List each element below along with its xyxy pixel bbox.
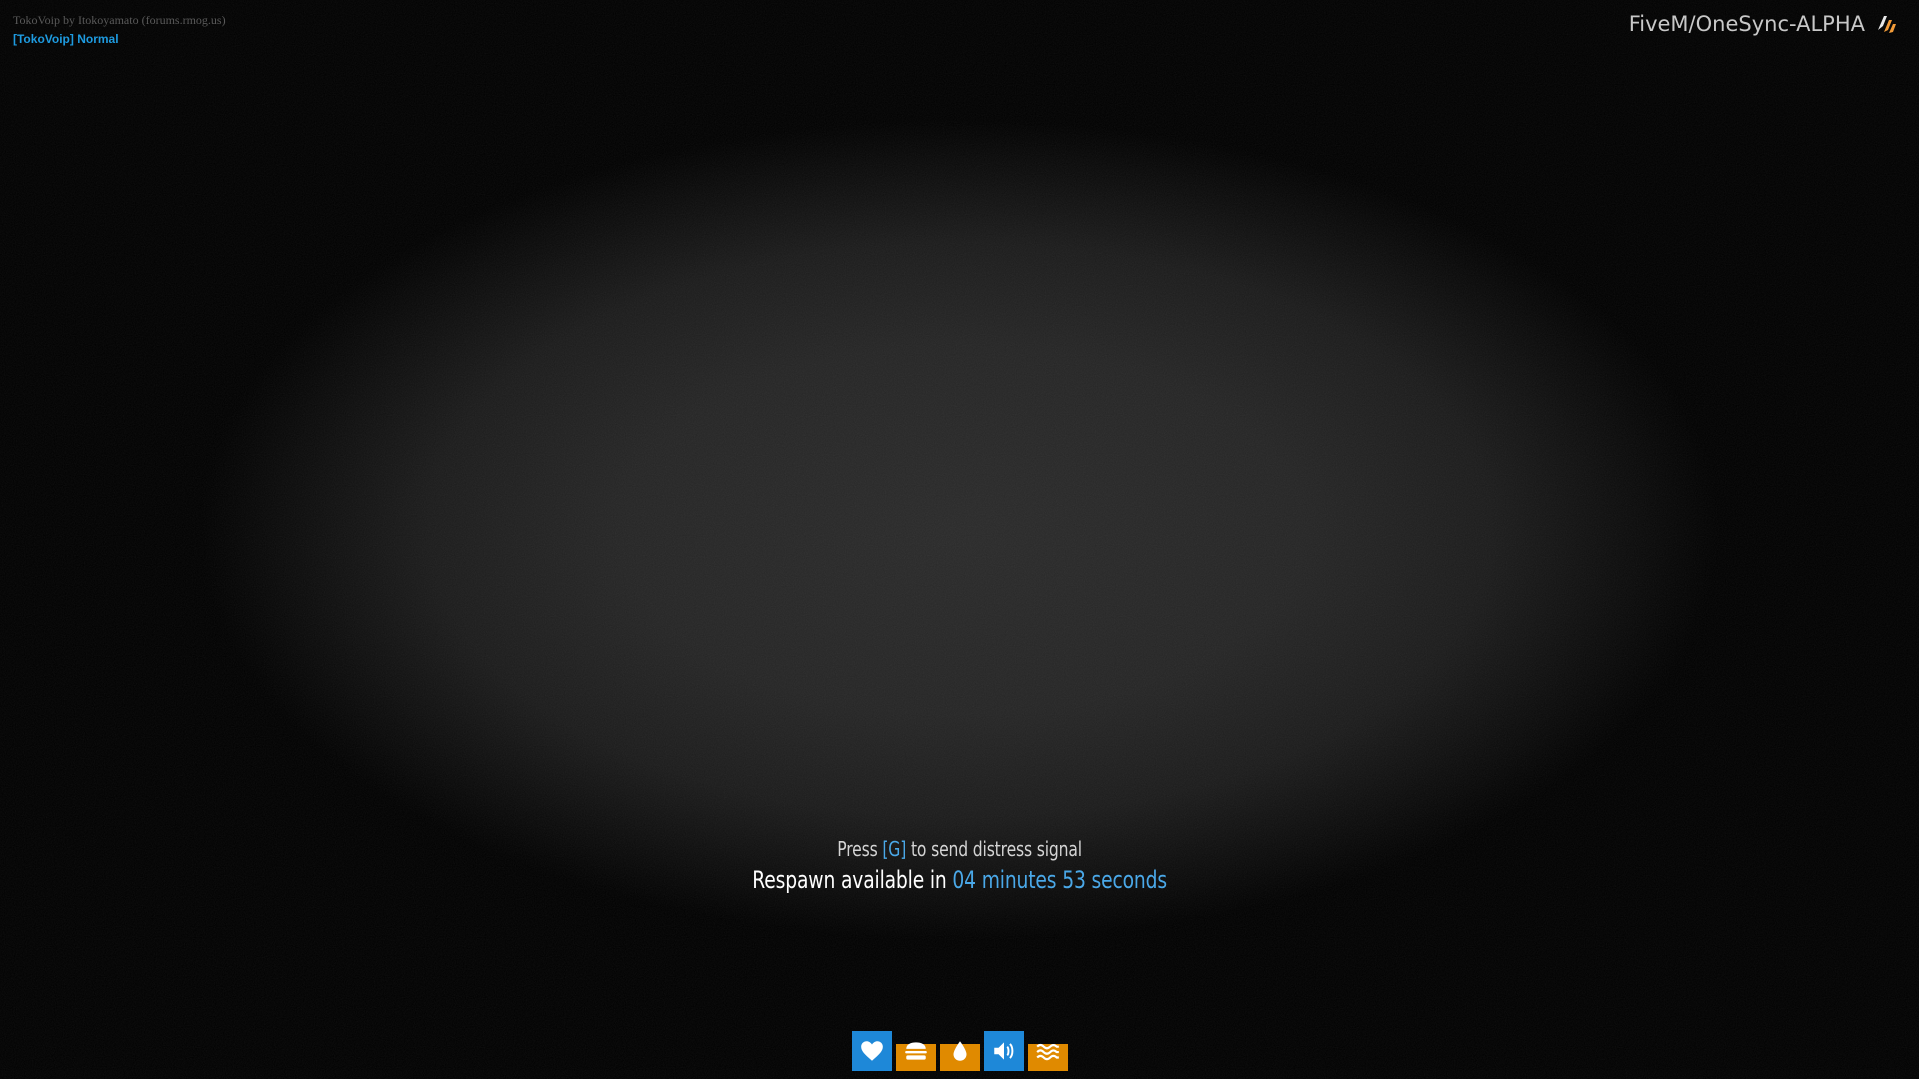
respawn-timer: 04 minutes 53 seconds: [952, 866, 1167, 894]
distress-suffix: to send distress signal: [906, 837, 1082, 861]
water-waves-icon: [1036, 1043, 1059, 1061]
server-brand-label: FiveM/OneSync-ALPHA: [1628, 12, 1865, 36]
stamina-indicator: [1028, 1031, 1068, 1071]
fivem-logo-icon: [1878, 16, 1896, 33]
heart-icon: [861, 1041, 883, 1061]
distress-key: [G]: [882, 837, 907, 861]
voip-status-text: [TokoVoip] Normal: [13, 32, 119, 46]
speaker-icon: [994, 1042, 1014, 1060]
hamburger-icon: [905, 1042, 927, 1060]
distress-prefix: Press: [837, 837, 883, 861]
status-hud: [852, 1031, 1068, 1071]
death-screen: TokoVoip by Itokoyamato (forums.rmog.us)…: [0, 0, 1919, 1079]
health-indicator: [852, 1031, 892, 1071]
hunger-indicator: [896, 1031, 936, 1071]
thirst-indicator: [940, 1031, 980, 1071]
water-drop-icon: [953, 1041, 967, 1061]
distress-signal-hint: Press [G] to send distress signal: [211, 837, 1708, 861]
respawn-prefix: Respawn available in: [752, 866, 953, 894]
film-grain-overlay: [0, 0, 1919, 1079]
respawn-timer-message: Respawn available in 04 minutes 53 secon…: [211, 866, 1708, 894]
voip-credit-text: TokoVoip by Itokoyamato (forums.rmog.us): [13, 13, 226, 27]
server-brand: FiveM/OneSync-ALPHA: [1629, 12, 1899, 36]
voice-indicator: [984, 1031, 1024, 1071]
